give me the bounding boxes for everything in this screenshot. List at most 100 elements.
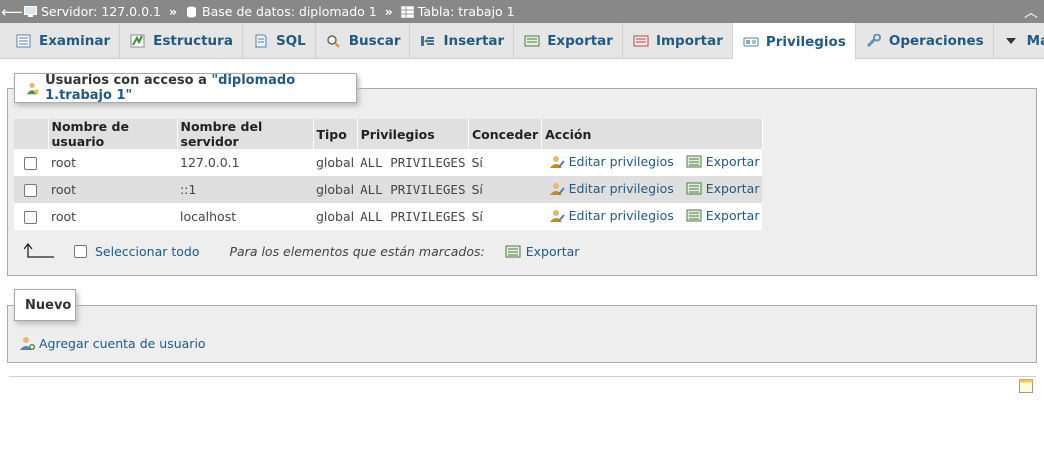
collapse-icon[interactable]: ︿ (1024, 2, 1038, 22)
breadcrumb-database-label: Base de datos: diplomado 1 (202, 4, 377, 19)
cell-user: root (48, 203, 177, 230)
users-legend: Usuarios con acceso a "diplomado 1.traba… (14, 73, 357, 103)
edit-privileges-link[interactable]: Editar privilegios (549, 154, 674, 169)
edit-privileges-label: Editar privilegios (568, 181, 674, 196)
edit-privileges-label: Editar privilegios (568, 154, 674, 169)
cell-grant: Sí (468, 149, 542, 176)
cell-privileges: ALL PRIVILEGES (357, 176, 469, 203)
cell-privileges: ALL PRIVILEGES (357, 203, 469, 230)
tab-privilegios[interactable]: Privilegios (732, 23, 856, 60)
row-checkbox[interactable] (24, 184, 37, 197)
tab-estructura[interactable]: Estructura (120, 23, 243, 59)
cell-user: root (48, 149, 177, 176)
tab-label: Más (1026, 33, 1044, 49)
edit-privileges-label: Editar privilegios (568, 208, 674, 223)
export-icon (505, 245, 521, 257)
column-header-privileges[interactable]: Privilegios (357, 119, 469, 149)
export-icon (524, 35, 540, 47)
tab-buscar[interactable]: Buscar (316, 23, 411, 59)
select-all-checkbox[interactable] (74, 244, 87, 258)
table-row: root localhost global ALL PRIVILEGES Sí … (14, 203, 763, 230)
cell-privileges: ALL PRIVILEGES (357, 149, 469, 176)
cell-grant: Sí (468, 203, 542, 230)
cell-action: Editar privilegios Exportar (541, 203, 763, 230)
row-checkbox[interactable] (24, 157, 37, 170)
bulk-export-label: Exportar (525, 243, 580, 259)
cell-host: 127.0.0.1 (177, 149, 313, 176)
cell-type: global (313, 203, 358, 230)
export-icon (686, 155, 702, 168)
header-checkbox-col (14, 119, 49, 149)
table-icon (400, 5, 414, 18)
edit-privileges-link[interactable]: Editar privilegios (549, 181, 674, 196)
sql-icon (255, 34, 267, 48)
column-header-user[interactable]: Nombre de usuario (48, 119, 178, 149)
server-icon (24, 5, 37, 17)
tab-insertar[interactable]: Insertar (410, 23, 515, 59)
select-arrow-icon (24, 243, 54, 258)
add-user-link[interactable]: Agregar cuenta de usuario (19, 336, 206, 351)
column-header-grant[interactable]: Conceder (468, 119, 543, 149)
new-legend: Nuevo (14, 289, 76, 321)
export-label: Exportar (705, 208, 760, 223)
select-all-label[interactable]: Seleccionar todo (95, 244, 199, 259)
divider (9, 376, 1036, 377)
with-selected-label: Para los elementos que están marcados: (229, 243, 485, 259)
cell-user: root (48, 176, 177, 203)
add-user-label: Agregar cuenta de usuario (39, 336, 206, 351)
export-link[interactable]: Exportar (686, 181, 759, 196)
edit-user-icon (549, 156, 565, 168)
add-user-icon (20, 337, 35, 350)
caret-down-icon (1005, 38, 1016, 44)
tab-label: Exportar (547, 33, 613, 49)
back-arrow-icon[interactable]: ⟵ (0, 3, 24, 21)
cell-grant: Sí (468, 176, 542, 203)
export-label: Exportar (705, 154, 760, 169)
bulk-actions-row: Seleccionar todo Para los elementos que … (24, 243, 579, 259)
column-header-host[interactable]: Nombre del servidor (177, 119, 314, 149)
new-legend-text: Nuevo (25, 297, 72, 313)
console-icon[interactable] (1019, 379, 1033, 393)
wrench-icon (866, 34, 881, 48)
tab-examinar[interactable]: Examinar (6, 23, 121, 59)
tab-sql[interactable]: SQL (243, 23, 316, 59)
breadcrumb-table[interactable]: Tabla: trabajo 1 (400, 4, 515, 19)
insert-icon (421, 36, 435, 46)
breadcrumb-separator: » (168, 4, 178, 19)
row-checkbox[interactable] (24, 211, 37, 224)
tab-label: SQL (275, 33, 306, 49)
select-all-control[interactable]: Seleccionar todo (74, 244, 199, 259)
edit-user-icon (549, 210, 565, 222)
tab-label: Importar (655, 33, 723, 49)
tab-importar[interactable]: Importar (623, 23, 733, 59)
users-legend-text: Usuarios con acceso a "diplomado 1.traba… (45, 73, 296, 103)
breadcrumb-database[interactable]: Base de datos: diplomado 1 (185, 4, 377, 19)
tab-label: Operaciones (888, 33, 984, 49)
structure-icon (130, 34, 145, 48)
breadcrumb-separator: » (384, 4, 393, 19)
breadcrumb-table-label: Tabla: trabajo 1 (417, 4, 515, 19)
tab-exportar[interactable]: Exportar (514, 23, 623, 59)
edit-user-icon (549, 183, 565, 195)
breadcrumb-bar: ⟵ Servidor: 127.0.0.1 » Base de datos: d… (0, 0, 1044, 23)
column-header-type[interactable]: Tipo (313, 119, 358, 149)
export-link[interactable]: Exportar (686, 154, 760, 169)
cell-action: Editar privilegios Exportar (541, 176, 763, 203)
import-icon (633, 35, 649, 47)
edit-privileges-link[interactable]: Editar privilegios (549, 208, 674, 223)
bulk-export-button[interactable]: Exportar (505, 243, 580, 259)
tab-label: Examinar (39, 33, 111, 49)
table-row: root 127.0.0.1 global ALL PRIVILEGES Sí … (14, 149, 763, 176)
export-icon (686, 182, 702, 195)
tab-label: Buscar (348, 33, 401, 49)
tab-operaciones[interactable]: Operaciones (856, 23, 994, 59)
privileges-icon (743, 37, 759, 46)
new-fieldset (7, 305, 1037, 363)
table-row: root ::1 global ALL PRIVILEGES Sí Editar… (14, 176, 763, 203)
browse-icon (16, 34, 31, 48)
breadcrumb-server[interactable]: Servidor: 127.0.0.1 (24, 4, 161, 19)
tab-mas[interactable]: Más (994, 23, 1044, 59)
user-group-icon (26, 82, 39, 94)
tab-label: Privilegios (765, 33, 846, 50)
export-link[interactable]: Exportar (686, 208, 760, 223)
